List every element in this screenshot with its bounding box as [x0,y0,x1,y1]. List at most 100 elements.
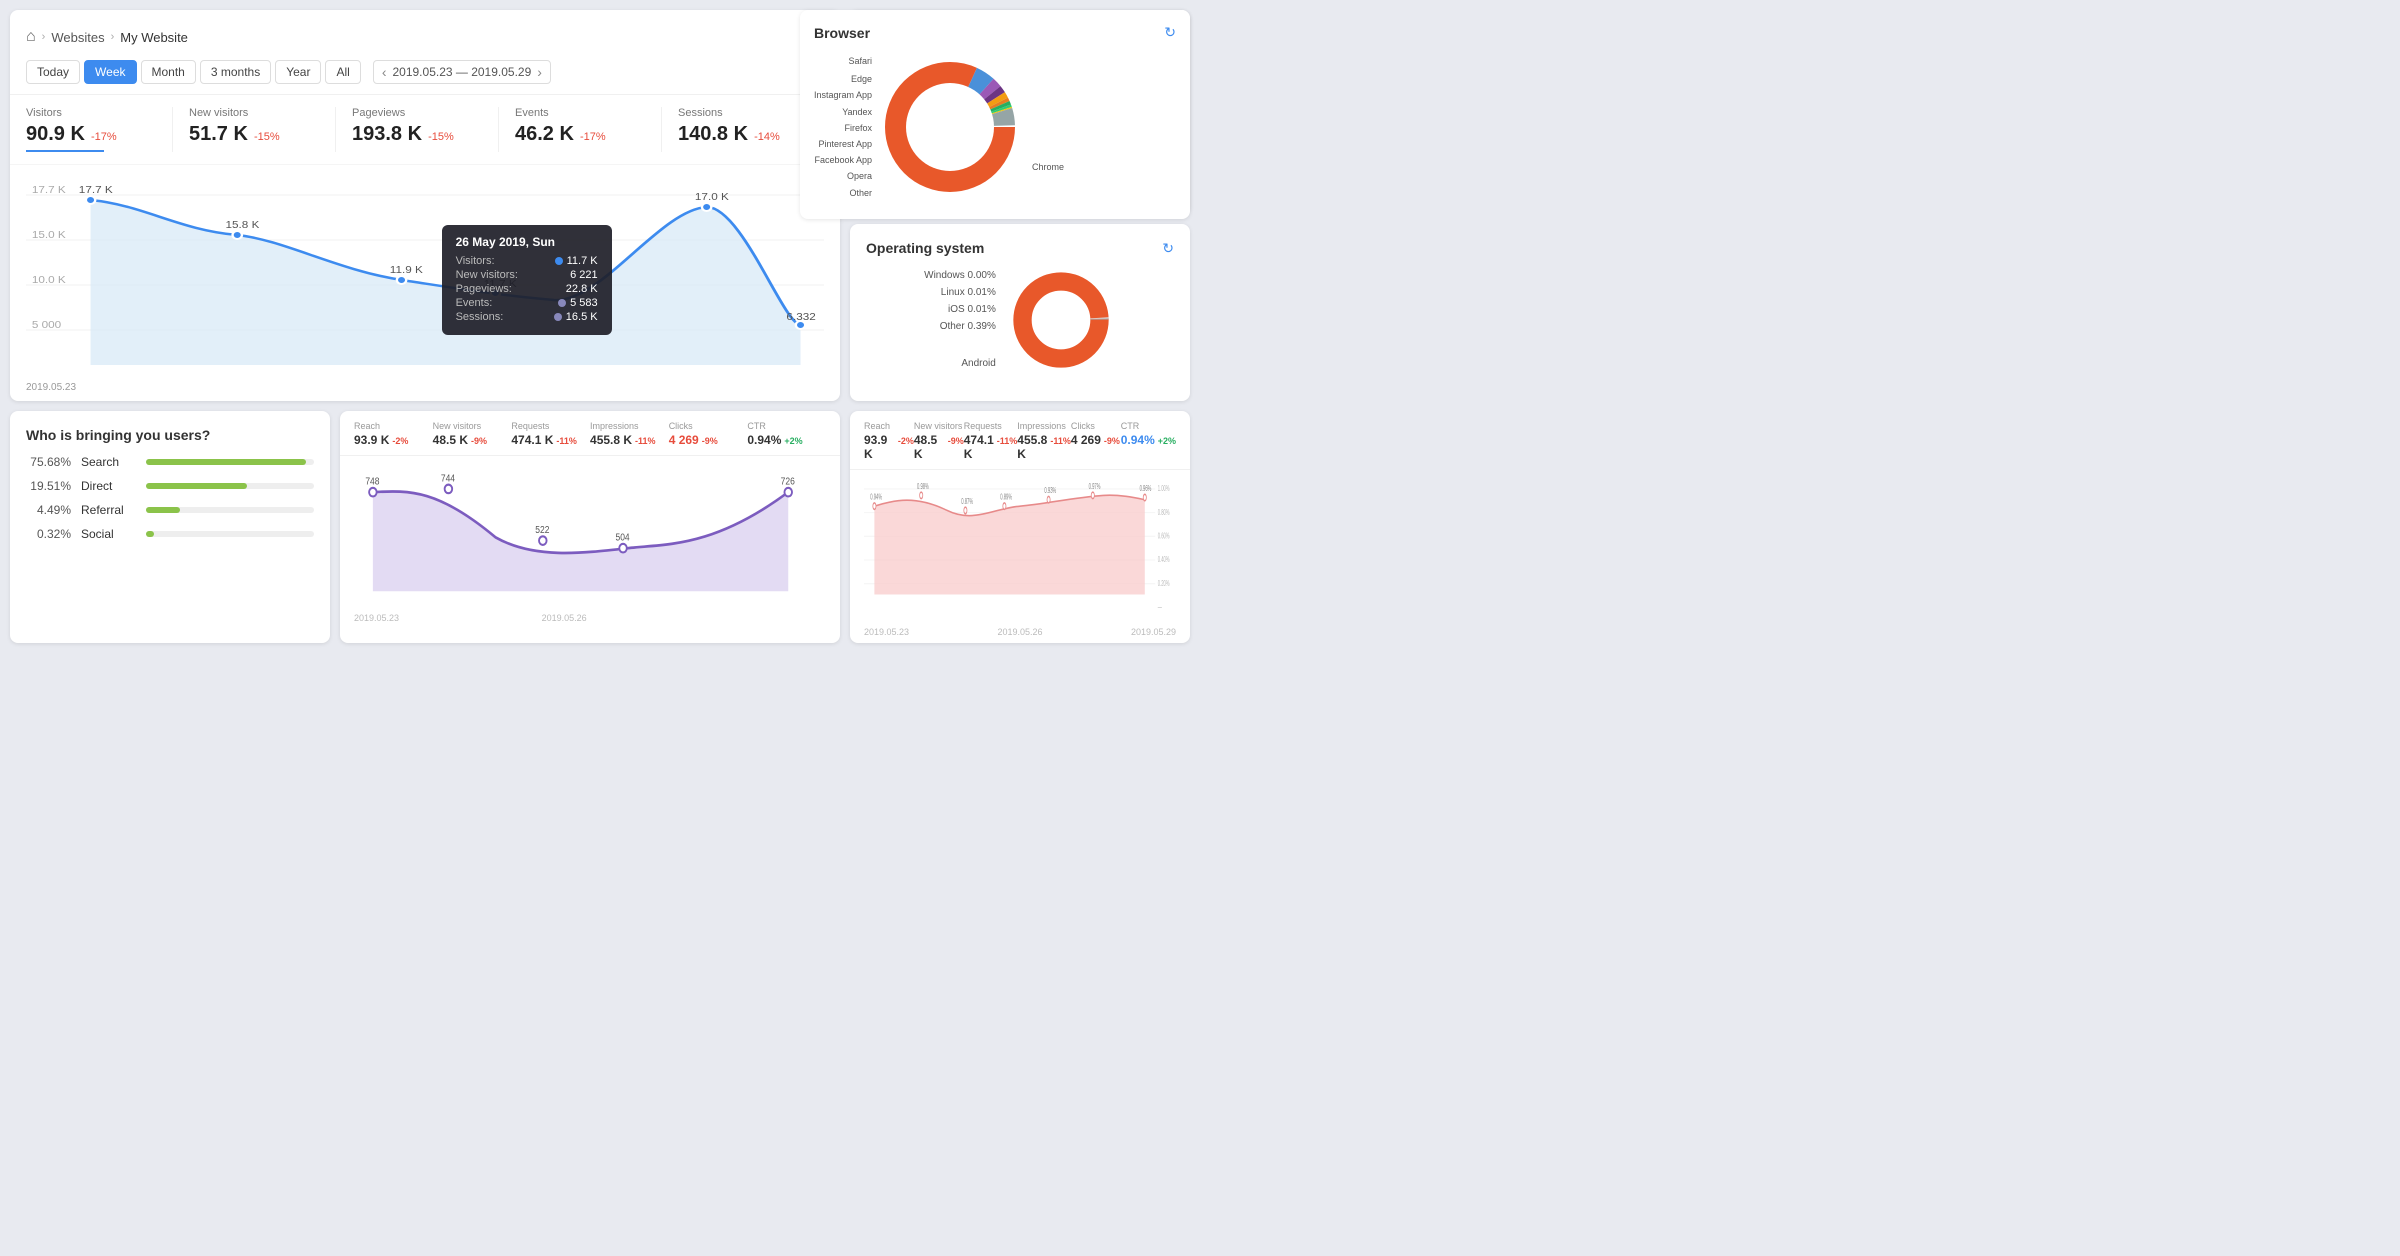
ctr-x-end: 2019.05.29 [1131,627,1176,637]
date-prev-arrow[interactable]: ‹ [382,64,387,80]
metric-new-visitors: New visitors 51.7 K -15% [189,107,336,152]
metric-events-value: 46.2 K -17% [515,123,645,146]
who-title: Who is bringing you users? [26,427,314,443]
metric-new-change: -15% [254,131,280,143]
browser-card: Browser ↻ Safari Edge Instagram App Yand… [800,10,1190,219]
svg-text:0.80%: 0.80% [1158,508,1170,517]
metric-sessions-change: -14% [754,131,780,143]
svg-text:0.60%: 0.60% [1158,532,1170,541]
metric-events-label: Events [515,107,645,119]
svg-text:748: 748 [365,476,379,487]
ctr-metrics: Reach 93.9 K -2% New visitors 48.5 K -9%… [850,411,1190,470]
who-card: Who is bringing you users? 75.68% Search… [10,411,330,643]
os-title: Operating system [866,240,984,256]
metric-events-change: -17% [580,131,606,143]
metrics-row: Visitors 90.9 K -17% New visitors 51.7 K… [10,95,840,165]
reach-x-start: 2019.05.23 [354,613,399,623]
browser-legend-edge: Edge [814,71,872,87]
svg-text:0.40%: 0.40% [1158,556,1170,565]
source-row-referral: 4.49% Referral [26,503,314,517]
reach-chart-svg: 748 744 522 504 726 [354,462,826,602]
referral-bar [146,507,180,513]
browser-legend-pinterest: Pinterest App [814,136,872,152]
tooltip-events-row: Events: 5 583 [456,297,598,309]
tooltip-visitors-val: 11.7 K [555,255,598,267]
svg-text:0.97%: 0.97% [1089,483,1101,492]
os-legend-other: Other 0.39% [924,318,996,335]
tooltip-events-key: Events: [456,297,493,309]
search-name: Search [81,455,136,469]
period-year[interactable]: Year [275,60,321,84]
metric-visitors-value: 90.9 K -17% [26,123,156,146]
reach-chart-footer: 2019.05.23 2019.05.26 [340,613,840,629]
period-month[interactable]: Month [141,60,196,84]
ctr-card: Reach 93.9 K -2% New visitors 48.5 K -9%… [850,411,1190,643]
tooltip-visitors-row: Visitors: 11.7 K [456,255,598,267]
reach-metric-clicks: Clicks 4 269 -9% [669,421,748,447]
metric-visitors-underline [26,150,104,152]
tooltip-new-val: 6 221 [570,269,598,281]
tooltip-sessions-row: Sessions: 16.5 K [456,311,598,323]
metric-visitors-change: -17% [91,131,117,143]
svg-text:17.0 K: 17.0 K [695,192,730,203]
direct-name: Direct [81,479,136,493]
main-card-header: ⌂ › Websites › My Website Today Week Mon… [10,10,840,95]
browser-donut-row: Safari Edge Instagram App Yandex Firefox… [814,49,1176,205]
breadcrumb-current: My Website [120,30,188,45]
metric-visitors-number: 90.9 K [26,123,85,146]
svg-text:726: 726 [781,476,795,487]
svg-text:744: 744 [441,473,455,484]
tooltip-events-val: 5 583 [558,297,598,309]
period-today[interactable]: Today [26,60,80,84]
browser-title-row: Browser ↻ [814,24,1176,41]
breadcrumb-websites[interactable]: Websites [51,30,104,45]
reach-chart-area: 748 744 522 504 726 [340,456,840,613]
browser-legend-instagram: Instagram App [814,87,872,103]
svg-text:10.0 K: 10.0 K [32,275,67,286]
svg-text:522: 522 [535,525,549,536]
browser-refresh-icon[interactable]: ↻ [1164,24,1176,41]
referral-bar-bg [146,507,314,513]
browser-chrome-label: Chrome [1032,82,1064,172]
home-icon[interactable]: ⌂ [26,28,36,46]
tooltip-new-key: New visitors: [456,269,518,281]
svg-text:504: 504 [615,532,629,543]
reach-metric-reach: Reach 93.9 K -2% [354,421,433,447]
metric-pageviews-change: -15% [428,131,454,143]
os-card: Operating system ↻ Windows 0.00% Linux 0… [850,224,1190,402]
browser-legend-yandex: Yandex [814,104,872,120]
svg-text:17.7 K: 17.7 K [32,185,67,196]
main-chart-svg: 17.7 K 15.0 K 10.0 K 5 000 1 [26,175,824,375]
search-bar-bg [146,459,314,465]
reach-metric-ctr: CTR 0.94% +2% [747,421,826,447]
os-donut-svg [1006,265,1116,375]
svg-text:15.8 K: 15.8 K [226,220,261,231]
tooltip-pv-row: Pageviews: 22.8 K [456,283,598,295]
os-refresh-icon[interactable]: ↻ [1162,240,1174,257]
reach-metrics: Reach 93.9 K -2% New visitors 48.5 K -9%… [340,411,840,456]
period-3months[interactable]: 3 months [200,60,271,84]
direct-bar [146,483,247,489]
metric-events-number: 46.2 K [515,123,574,146]
tooltip-sessions-val: 16.5 K [554,311,598,323]
tooltip-visitors-key: Visitors: [456,255,495,267]
svg-text:5 000: 5 000 [32,320,61,331]
browser-legend-opera: Opera [814,168,872,184]
reach-card: Reach 93.9 K -2% New visitors 48.5 K -9%… [340,411,840,643]
tooltip-title: 26 May 2019, Sun [456,235,598,249]
tooltip-new-row: New visitors: 6 221 [456,269,598,281]
svg-text:0.96%: 0.96% [1140,485,1152,494]
period-week[interactable]: Week [84,60,136,84]
social-bar [146,531,154,537]
social-pct: 0.32% [26,527,71,541]
svg-text:1.00%: 1.00% [1158,485,1170,494]
period-all[interactable]: All [325,60,360,84]
browser-legend: Safari Edge Instagram App Yandex Firefox… [814,53,872,201]
social-bar-bg [146,531,314,537]
os-title-row: Operating system ↻ [866,240,1174,257]
date-next-arrow[interactable]: › [537,64,542,80]
svg-text:6.332: 6.332 [786,312,815,323]
tooltip-pv-key: Pageviews: [456,283,512,295]
svg-text:0.20%: 0.20% [1158,579,1170,588]
date-nav: Today Week Month 3 months Year All ‹ 201… [26,54,824,94]
